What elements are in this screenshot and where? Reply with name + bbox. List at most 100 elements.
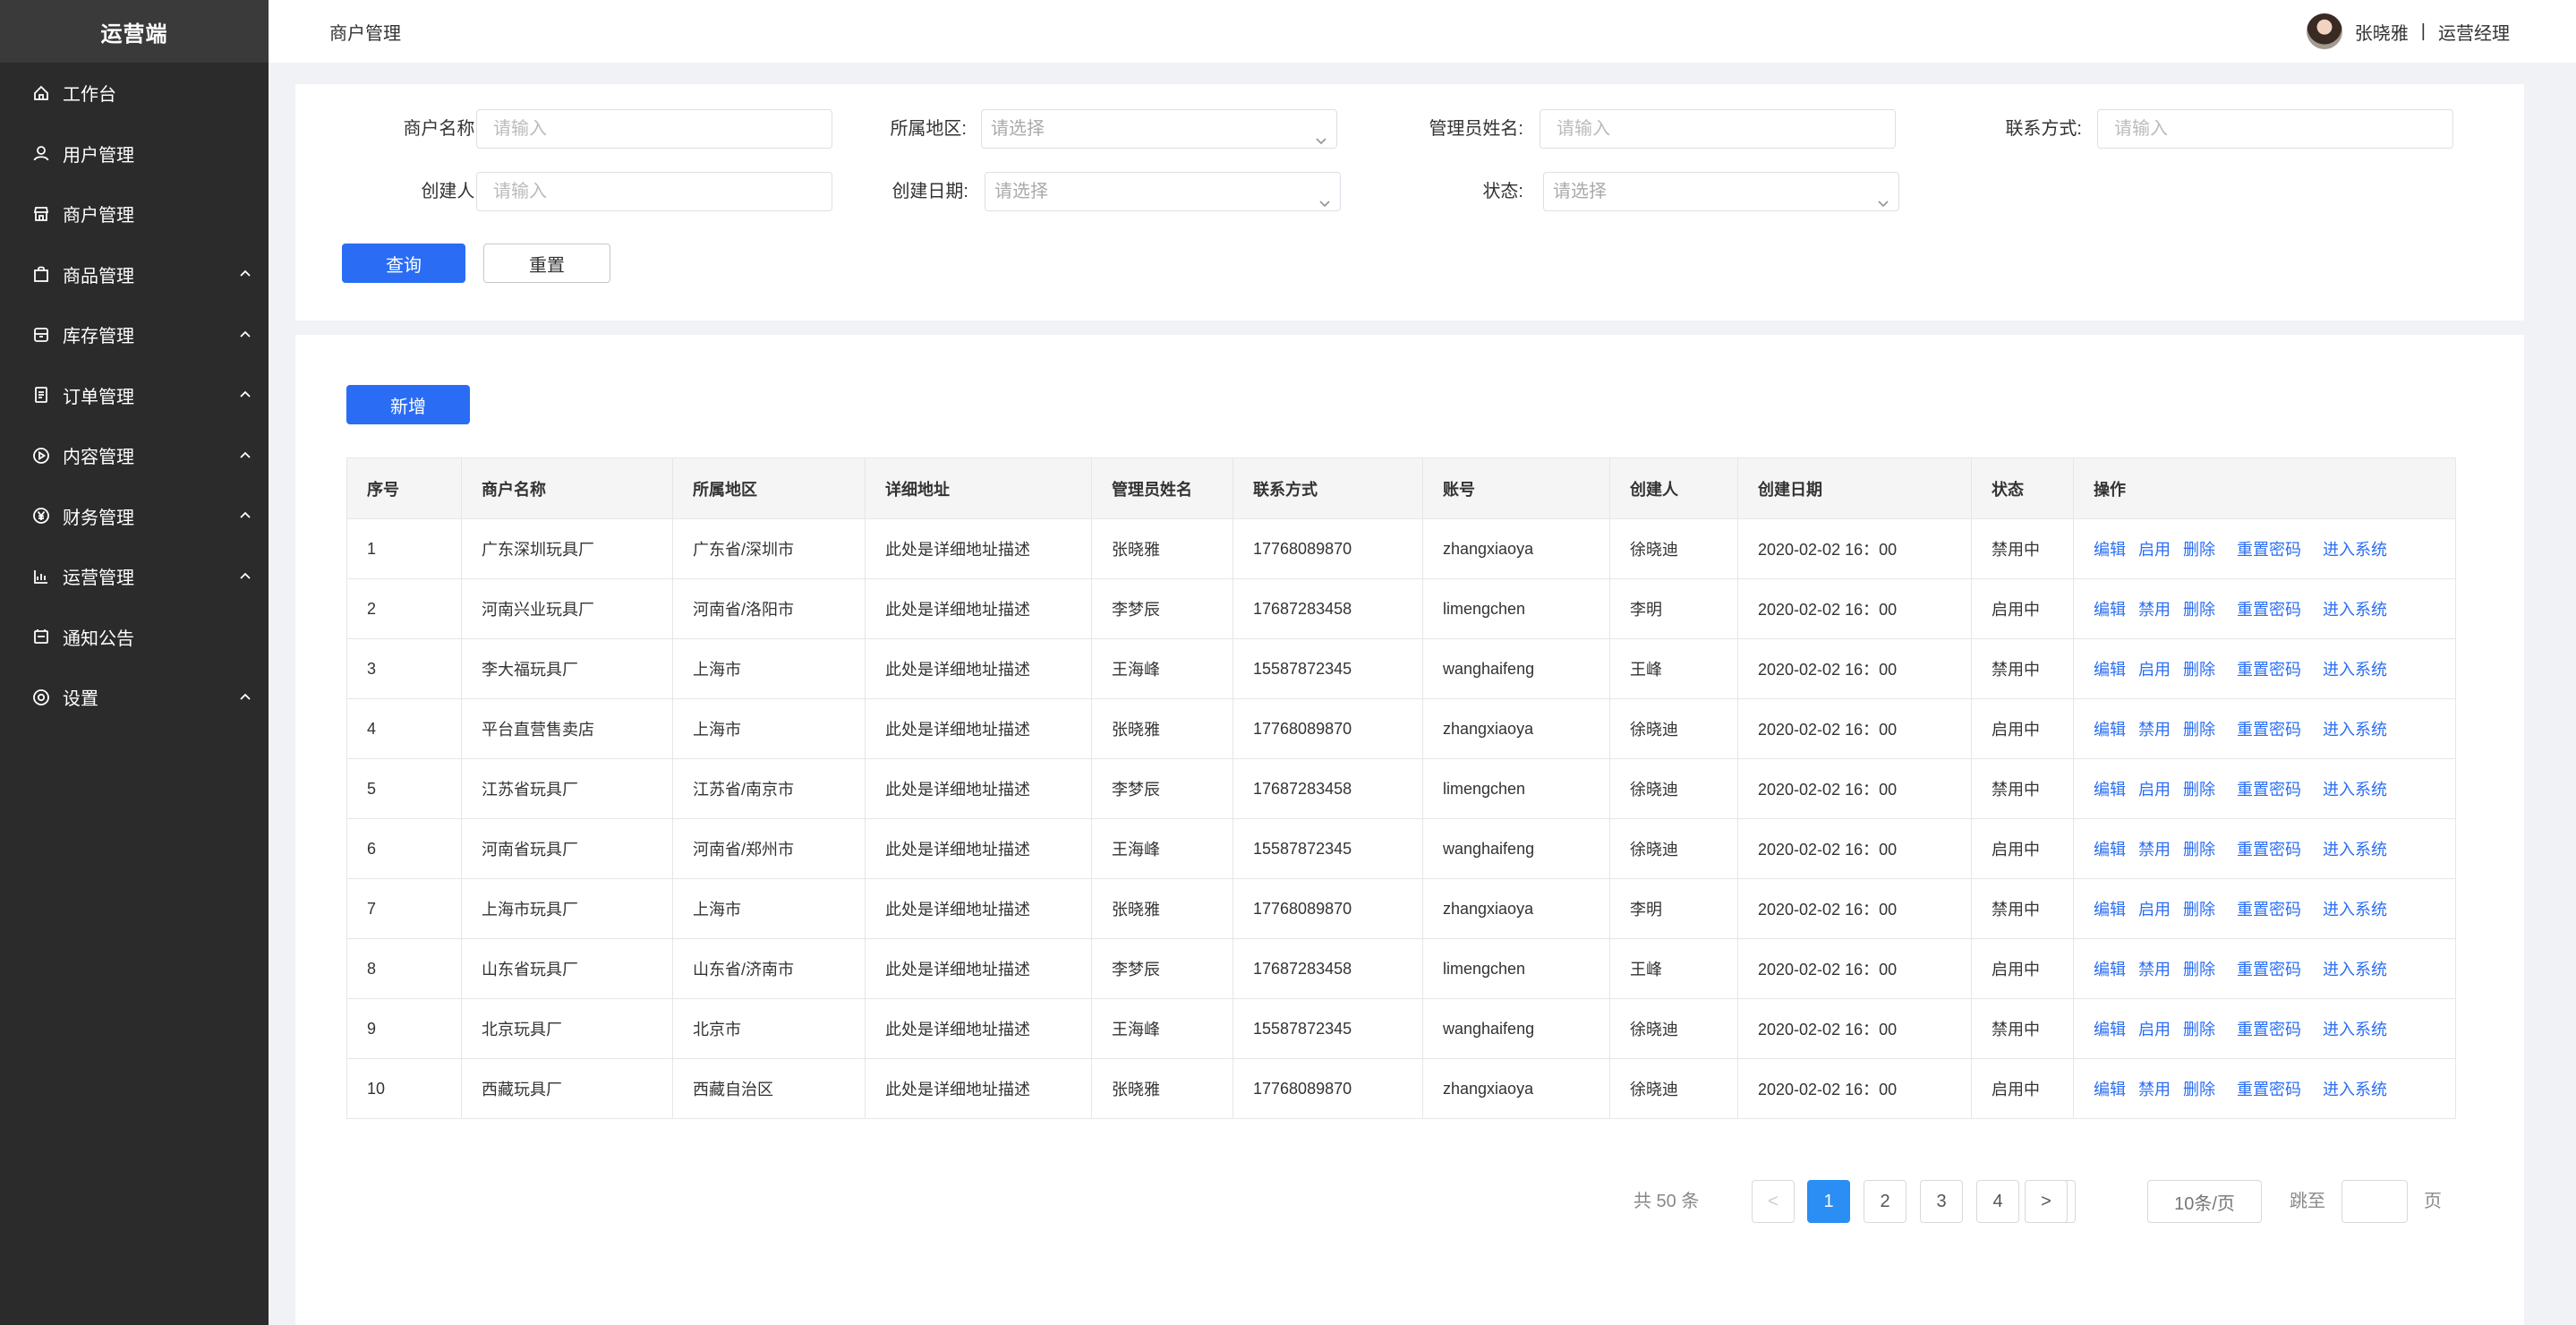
home-icon — [32, 84, 50, 102]
add-button[interactable]: 新增 — [346, 385, 470, 424]
delete-link[interactable]: 删除 — [2183, 961, 2215, 979]
user-menu[interactable]: 张晓雅 | 运营经理 — [2306, 13, 2510, 49]
admin-name-input[interactable]: 请输入 — [1540, 109, 1896, 149]
page-size-select[interactable]: 10条/页 — [2147, 1180, 2262, 1223]
delete-link[interactable]: 删除 — [2183, 661, 2215, 679]
enter-system-link[interactable]: 进入系统 — [2323, 961, 2387, 979]
delete-link[interactable]: 删除 — [2183, 841, 2215, 859]
sidebar-item-0[interactable]: 工作台 — [0, 63, 269, 124]
reset-password-link[interactable]: 重置密码 — [2237, 541, 2301, 559]
toggle-status-link[interactable]: 禁用 — [2138, 1081, 2171, 1098]
edit-link[interactable]: 编辑 — [2094, 661, 2126, 679]
reset-password-link[interactable]: 重置密码 — [2237, 781, 2301, 799]
chevron-down-icon — [1315, 123, 1327, 145]
region-select[interactable]: 请选择 — [981, 109, 1337, 149]
sidebar-item-8[interactable]: 运营管理 — [0, 546, 269, 607]
edit-link[interactable]: 编辑 — [2094, 1021, 2126, 1039]
delete-link[interactable]: 删除 — [2183, 721, 2215, 739]
sidebar-item-2[interactable]: 商户管理 — [0, 184, 269, 244]
enter-system-link[interactable]: 进入系统 — [2323, 901, 2387, 919]
edit-link[interactable]: 编辑 — [2094, 541, 2126, 559]
enter-system-link[interactable]: 进入系统 — [2323, 781, 2387, 799]
page-button-2[interactable]: 2 — [1864, 1180, 1906, 1223]
cell-date: 2020-02-02 16：00 — [1737, 578, 1972, 639]
delete-link[interactable]: 删除 — [2183, 781, 2215, 799]
toggle-status-link[interactable]: 启用 — [2138, 1021, 2171, 1039]
sidebar-item-4[interactable]: 库存管理 — [0, 304, 269, 365]
table-row: 8 山东省玩具厂 山东省/济南市 此处是详细地址描述 李梦辰 17687283458 lim… — [346, 938, 2456, 999]
prev-page-button[interactable]: < — [1752, 1180, 1795, 1223]
cell-actions: 编辑 启用 删除 重置密码 进入系统 — [2073, 758, 2456, 819]
reset-password-link[interactable]: 重置密码 — [2237, 841, 2301, 859]
created-date-select[interactable]: 请选择 — [985, 172, 1341, 211]
edit-link[interactable]: 编辑 — [2094, 781, 2126, 799]
toggle-status-link[interactable]: 禁用 — [2138, 601, 2171, 619]
avatar[interactable] — [2306, 13, 2342, 49]
edit-link[interactable]: 编辑 — [2094, 721, 2126, 739]
chevron-up-icon[interactable] — [238, 267, 252, 281]
next-page-button[interactable]: > — [2025, 1180, 2068, 1223]
enter-system-link[interactable]: 进入系统 — [2323, 721, 2387, 739]
toggle-status-link[interactable]: 启用 — [2138, 901, 2171, 919]
reset-password-link[interactable]: 重置密码 — [2237, 961, 2301, 979]
reset-password-link[interactable]: 重置密码 — [2237, 1081, 2301, 1098]
sidebar-item-7[interactable]: 财务管理 — [0, 486, 269, 547]
status-select[interactable]: 请选择 — [1543, 172, 1899, 211]
cell-address: 此处是详细地址描述 — [865, 518, 1092, 579]
enter-system-link[interactable]: 进入系统 — [2323, 601, 2387, 619]
toggle-status-link[interactable]: 启用 — [2138, 661, 2171, 679]
delete-link[interactable]: 删除 — [2183, 1021, 2215, 1039]
toggle-status-link[interactable]: 启用 — [2138, 541, 2171, 559]
sidebar-item-5[interactable]: 订单管理 — [0, 365, 269, 426]
enter-system-link[interactable]: 进入系统 — [2323, 1081, 2387, 1098]
sidebar-item-3[interactable]: 商品管理 — [0, 244, 269, 305]
reset-password-link[interactable]: 重置密码 — [2237, 721, 2301, 739]
toggle-status-link[interactable]: 启用 — [2138, 781, 2171, 799]
toggle-status-link[interactable]: 禁用 — [2138, 961, 2171, 979]
sidebar-item-6[interactable]: 内容管理 — [0, 425, 269, 486]
page-button-1[interactable]: 1 — [1807, 1180, 1850, 1223]
cell-account: zhangxiaoya — [1422, 878, 1610, 939]
edit-link[interactable]: 编辑 — [2094, 601, 2126, 619]
merchant-name-input[interactable]: 请输入 — [476, 109, 832, 149]
enter-system-link[interactable]: 进入系统 — [2323, 541, 2387, 559]
contact-input[interactable]: 请输入 — [2097, 109, 2453, 149]
reset-password-link[interactable]: 重置密码 — [2237, 901, 2301, 919]
toggle-status-link[interactable]: 禁用 — [2138, 721, 2171, 739]
edit-link[interactable]: 编辑 — [2094, 901, 2126, 919]
page-button-4[interactable]: 4 — [1976, 1180, 2019, 1223]
sidebar-item-label: 工作台 — [63, 85, 116, 106]
sidebar-item-10[interactable]: 设置 — [0, 667, 269, 728]
sidebar-item-1[interactable]: 用户管理 — [0, 124, 269, 184]
delete-link[interactable]: 删除 — [2183, 901, 2215, 919]
delete-link[interactable]: 删除 — [2183, 541, 2215, 559]
query-button[interactable]: 查询 — [342, 244, 465, 283]
reset-password-link[interactable]: 重置密码 — [2237, 661, 2301, 679]
delete-link[interactable]: 删除 — [2183, 1081, 2215, 1098]
chevron-up-icon[interactable] — [238, 569, 252, 584]
chevron-up-icon[interactable] — [238, 388, 252, 402]
cell-date: 2020-02-02 16：00 — [1737, 758, 1972, 819]
chevron-up-icon[interactable] — [238, 328, 252, 342]
reset-password-link[interactable]: 重置密码 — [2237, 1021, 2301, 1039]
reset-password-link[interactable]: 重置密码 — [2237, 601, 2301, 619]
chevron-up-icon[interactable] — [238, 509, 252, 523]
jump-page-input[interactable] — [2341, 1180, 2408, 1223]
creator-input[interactable]: 请输入 — [476, 172, 832, 211]
enter-system-link[interactable]: 进入系统 — [2323, 841, 2387, 859]
toggle-status-link[interactable]: 禁用 — [2138, 841, 2171, 859]
edit-link[interactable]: 编辑 — [2094, 841, 2126, 859]
edit-link[interactable]: 编辑 — [2094, 1081, 2126, 1098]
edit-link[interactable]: 编辑 — [2094, 961, 2126, 979]
reset-button[interactable]: 重置 — [483, 244, 610, 283]
chevron-up-icon[interactable] — [238, 690, 252, 705]
delete-link[interactable]: 删除 — [2183, 601, 2215, 619]
enter-system-link[interactable]: 进入系统 — [2323, 1021, 2387, 1039]
cell-date: 2020-02-02 16：00 — [1737, 698, 1972, 759]
enter-system-link[interactable]: 进入系统 — [2323, 661, 2387, 679]
bag-icon — [32, 265, 50, 283]
sidebar-item-9[interactable]: 通知公告 — [0, 607, 269, 668]
page-button-3[interactable]: 3 — [1920, 1180, 1963, 1223]
chevron-up-icon[interactable] — [238, 449, 252, 463]
table-row: 10 西藏玩具厂 西藏自治区 此处是详细地址描述 张晓雅 17768089870 zhang… — [346, 1058, 2456, 1119]
